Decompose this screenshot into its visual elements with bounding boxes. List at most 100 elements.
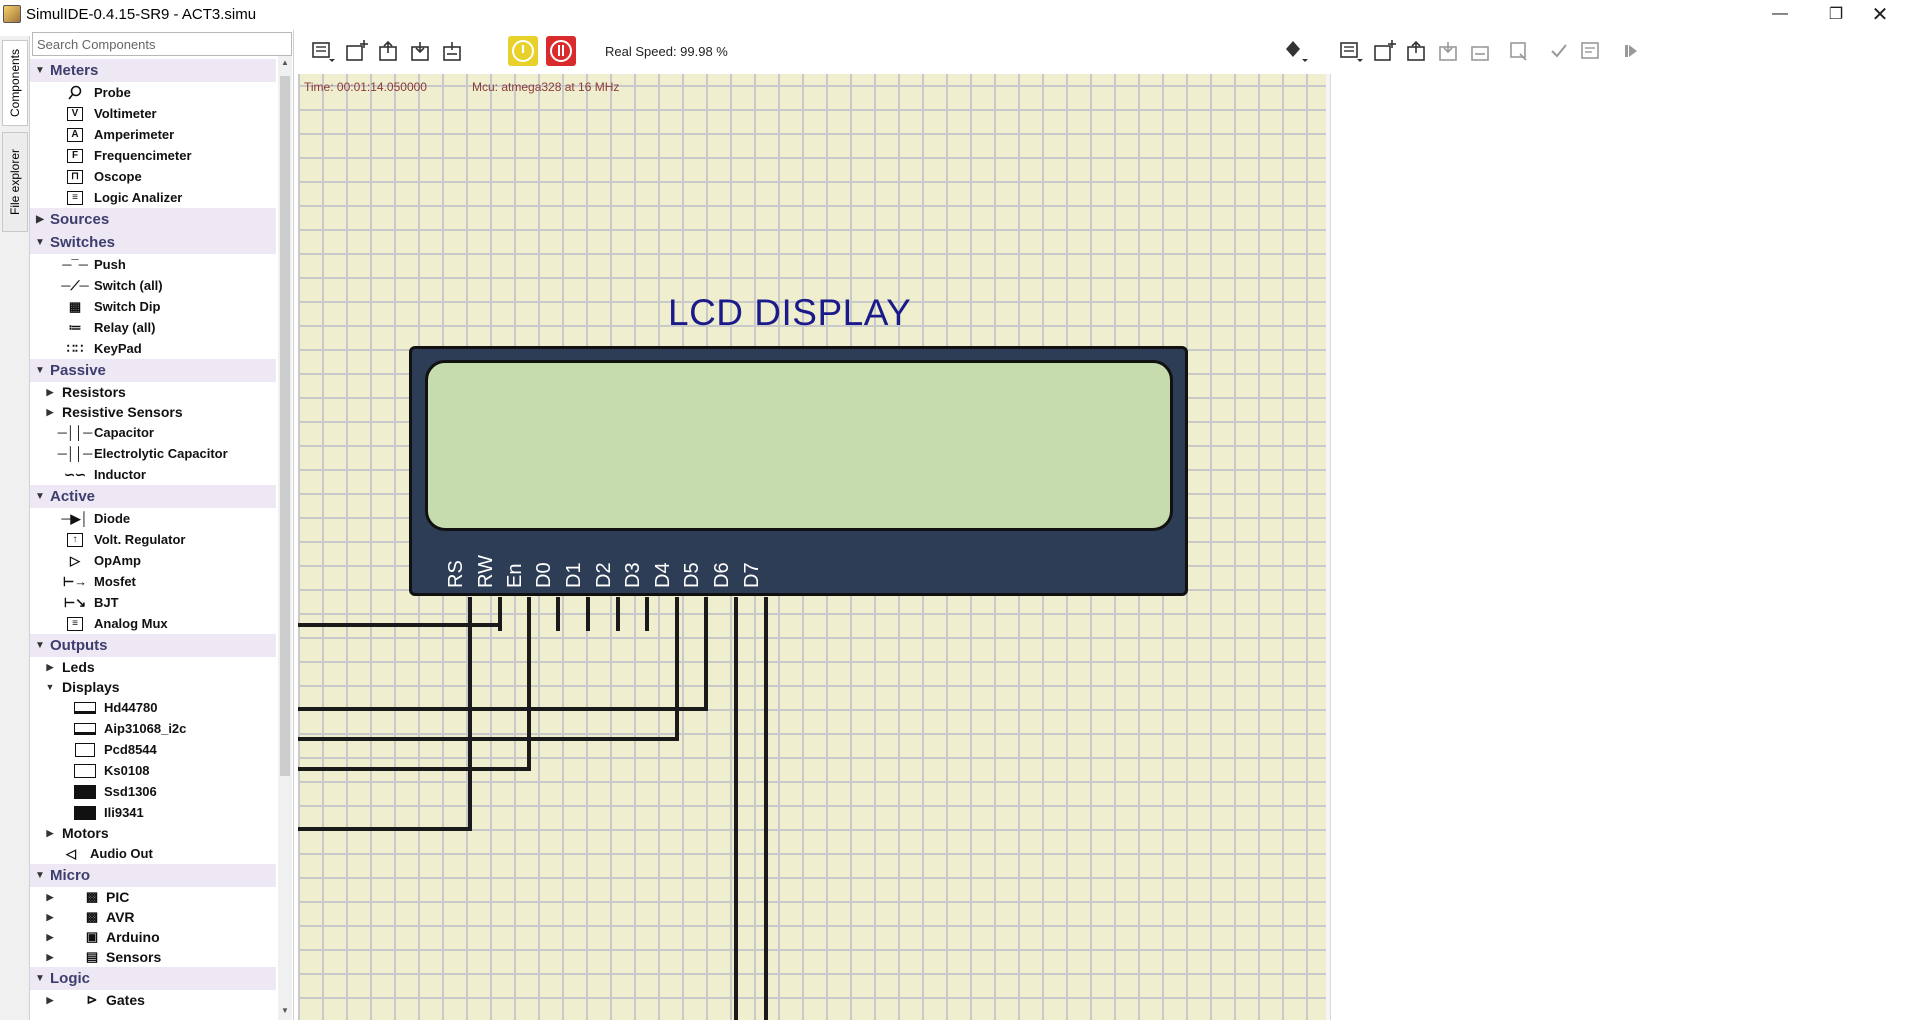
- compile-button[interactable]: [1544, 36, 1574, 66]
- list-item[interactable]: ▦ Switch Dip: [30, 296, 276, 317]
- list-item[interactable]: ≔ Relay (all): [30, 317, 276, 338]
- chevron-right-icon[interactable]: ▶: [44, 407, 56, 418]
- category-logic[interactable]: ▼ Logic: [30, 967, 276, 990]
- find-replace-button[interactable]: [1504, 36, 1534, 66]
- chevron-right-icon[interactable]: ▶: [44, 892, 56, 903]
- list-item[interactable]: ≡ Logic Analizer: [30, 187, 276, 208]
- tree-scrollbar[interactable]: ▲ ▼: [278, 56, 292, 1020]
- subcategory-avr[interactable]: ▶ ▩ AVR: [30, 907, 276, 927]
- list-item[interactable]: ⊢↘ BJT: [30, 592, 276, 613]
- chevron-right-icon[interactable]: ▶: [44, 828, 56, 839]
- list-item[interactable]: ↑ Volt. Regulator: [30, 529, 276, 550]
- list-item[interactable]: V Voltimeter: [30, 103, 276, 124]
- analog-mux-icon: ≡: [62, 616, 88, 632]
- subcategory-motors[interactable]: ▶ Motors: [30, 823, 276, 843]
- list-item[interactable]: Pcd8544: [30, 739, 276, 760]
- list-item[interactable]: ─▶│ Diode: [30, 508, 276, 529]
- voltage-regulator-icon: ↑: [62, 532, 88, 548]
- list-item[interactable]: Ks0108: [30, 760, 276, 781]
- scroll-up-icon[interactable]: ▲: [280, 58, 290, 70]
- chevron-down-icon[interactable]: ▼: [30, 870, 50, 881]
- subcategory-resistive-sensors[interactable]: ▶ Resistive Sensors: [30, 402, 276, 422]
- list-item[interactable]: ─││─ Electrolytic Capacitor: [30, 443, 276, 464]
- subcategory-leds[interactable]: ▶ Leds: [30, 657, 276, 677]
- subcategory-resistors[interactable]: ▶ Resistors: [30, 382, 276, 402]
- code-editor-panel[interactable]: [1330, 74, 1908, 1020]
- subcategory-pic[interactable]: ▶ ▩ PIC: [30, 887, 276, 907]
- category-active[interactable]: ▼ Active: [30, 485, 276, 508]
- category-sources[interactable]: ▶ Sources: [30, 208, 276, 231]
- editor-files-button[interactable]: [1336, 36, 1366, 66]
- item-label: Switch Dip: [94, 299, 161, 314]
- list-item[interactable]: F Frequencimeter: [30, 145, 276, 166]
- list-item[interactable]: ⊢→ Mosfet: [30, 571, 276, 592]
- list-item[interactable]: Ssd1306: [30, 781, 276, 802]
- chevron-right-icon[interactable]: ▶: [44, 952, 56, 963]
- editor-new-button[interactable]: [1370, 36, 1400, 66]
- chevron-down-icon[interactable]: ▼: [30, 365, 50, 376]
- list-item[interactable]: Hd44780: [30, 697, 276, 718]
- scroll-down-icon[interactable]: ▼: [280, 1006, 290, 1018]
- debug-menu-button[interactable]: [1280, 36, 1310, 66]
- inductor-icon: ∽∽: [64, 466, 86, 482]
- chevron-down-icon[interactable]: ▼: [30, 237, 50, 248]
- chevron-right-icon[interactable]: ▶: [44, 932, 56, 943]
- search-input[interactable]: [32, 32, 292, 56]
- list-item[interactable]: ▷ OpAmp: [30, 550, 276, 571]
- chevron-down-icon[interactable]: ▼: [44, 682, 56, 692]
- subcategory-gates[interactable]: ▶ ⊳ Gates: [30, 990, 276, 1010]
- close-icon[interactable]: ✕: [1852, 0, 1908, 28]
- chevron-down-icon[interactable]: ▼: [30, 640, 50, 651]
- list-item[interactable]: A Amperimeter: [30, 124, 276, 145]
- pin-label-d6: D6: [711, 562, 733, 588]
- tab-file-explorer[interactable]: File explorer: [2, 132, 28, 232]
- subcategory-displays[interactable]: ▼ Displays: [30, 677, 276, 697]
- upload-button[interactable]: [1576, 36, 1606, 66]
- files-menu-button[interactable]: [308, 36, 338, 66]
- list-item[interactable]: Ili9341: [30, 802, 276, 823]
- list-item[interactable]: ─││─ Capacitor: [30, 422, 276, 443]
- category-switches[interactable]: ▼ Switches: [30, 231, 276, 254]
- chevron-down-icon[interactable]: ▼: [30, 973, 50, 984]
- save-as-button[interactable]: [438, 36, 468, 66]
- chevron-right-icon[interactable]: ▶: [44, 662, 56, 673]
- chevron-right-icon[interactable]: ▶: [44, 995, 56, 1006]
- chevron-right-icon[interactable]: ▶: [30, 214, 50, 225]
- debug-run-button[interactable]: [1616, 36, 1646, 66]
- item-label: Ili9341: [104, 805, 144, 820]
- editor-save-as-button[interactable]: [1466, 36, 1496, 66]
- list-item[interactable]: ∷∷ KeyPad: [30, 338, 276, 359]
- scroll-thumb[interactable]: [280, 76, 290, 776]
- save-circuit-button[interactable]: [406, 36, 436, 66]
- category-passive[interactable]: ▼ Passive: [30, 359, 276, 382]
- editor-save-button[interactable]: [1434, 36, 1464, 66]
- category-micro[interactable]: ▼ Micro: [30, 864, 276, 887]
- new-circuit-button[interactable]: [342, 36, 372, 66]
- subcategory-sensors[interactable]: ▶ ▤ Sensors: [30, 947, 276, 967]
- subcategory-arduino[interactable]: ▶ ▣ Arduino: [30, 927, 276, 947]
- list-item[interactable]: Probe: [30, 82, 276, 103]
- subcategory-label: Gates: [106, 992, 145, 1008]
- lcd-display-icon: [72, 700, 98, 716]
- category-outputs[interactable]: ▼ Outputs: [30, 634, 276, 657]
- list-item[interactable]: ─¯─ Push: [30, 254, 276, 275]
- chevron-down-icon[interactable]: ▼: [30, 491, 50, 502]
- list-item[interactable]: ∽∽ Inductor: [30, 464, 276, 485]
- chevron-right-icon[interactable]: ▶: [44, 912, 56, 923]
- editor-open-button[interactable]: [1402, 36, 1432, 66]
- stop-button[interactable]: [546, 36, 576, 66]
- list-item[interactable]: ─⟋─ Switch (all): [30, 275, 276, 296]
- circuit-canvas[interactable]: Time: 00:01:14.050000 Mcu: atmega328 at …: [298, 74, 1326, 1020]
- chevron-down-icon[interactable]: ▼: [30, 65, 50, 76]
- list-item[interactable]: ⊓ Oscope: [30, 166, 276, 187]
- chevron-right-icon[interactable]: ▶: [44, 387, 56, 398]
- list-item[interactable]: ◁ Audio Out: [30, 843, 276, 864]
- list-item[interactable]: ≡ Analog Mux: [30, 613, 276, 634]
- sensor-icon: ▤: [85, 949, 99, 964]
- open-circuit-button[interactable]: [374, 36, 404, 66]
- list-item[interactable]: Aip31068_i2c: [30, 718, 276, 739]
- power-button[interactable]: [508, 36, 538, 66]
- tab-components[interactable]: Components: [2, 40, 28, 126]
- category-meters[interactable]: ▼ Meters: [30, 59, 276, 82]
- minimize-icon[interactable]: —: [1752, 0, 1808, 28]
